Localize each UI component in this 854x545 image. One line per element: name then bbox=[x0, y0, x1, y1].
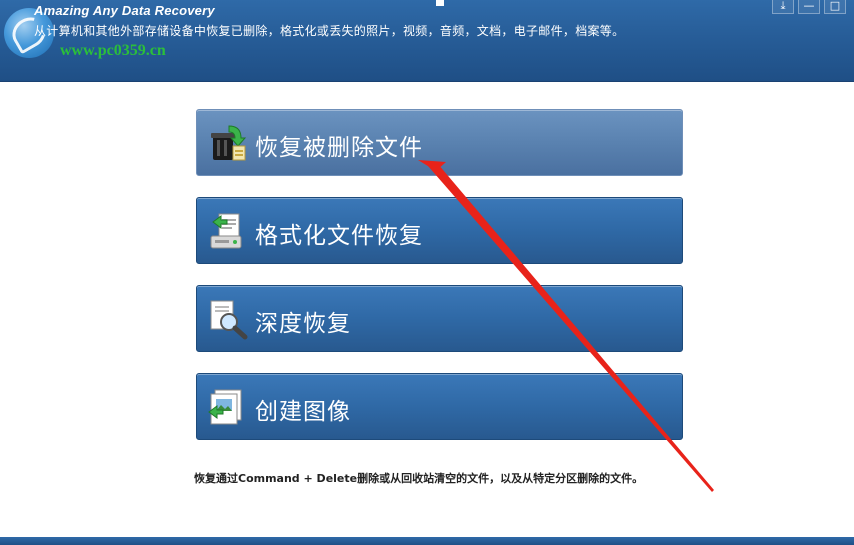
recover-deleted-button[interactable]: 恢复被删除文件 bbox=[196, 109, 683, 176]
format-recovery-label: 格式化文件恢复 bbox=[255, 223, 423, 249]
maximize-icon: □ bbox=[829, 0, 841, 12]
watermark-text: www.pc0359.cn bbox=[60, 42, 166, 59]
create-image-label: 创建图像 bbox=[255, 399, 351, 425]
magnifier-doc-icon bbox=[210, 300, 248, 340]
export-icon: ⤓ bbox=[780, 0, 786, 12]
window-controls: ⤓ — □ bbox=[772, 0, 846, 14]
export-button[interactable]: ⤓ bbox=[772, 0, 794, 14]
app-description: 从计算机和其他外部存储设备中恢复已删除，格式化或丢失的照片，视频，音频，文档，电… bbox=[34, 24, 625, 38]
maximize-button[interactable]: □ bbox=[824, 0, 846, 14]
drive-format-icon bbox=[210, 213, 242, 249]
app-window: Amazing Any Data Recovery 从计算机和其他外部存储设备中… bbox=[0, 0, 854, 545]
format-recovery-button[interactable]: 格式化文件恢复 bbox=[196, 197, 683, 264]
title-bar: Amazing Any Data Recovery 从计算机和其他外部存储设备中… bbox=[0, 0, 854, 82]
app-title: Amazing Any Data Recovery bbox=[34, 3, 215, 18]
footer-bar bbox=[0, 537, 854, 545]
create-image-button[interactable]: 创建图像 bbox=[196, 373, 683, 440]
minimize-icon: — bbox=[803, 0, 815, 12]
top-marker bbox=[436, 0, 444, 6]
trash-restore-icon bbox=[211, 125, 247, 161]
minimize-button[interactable]: — bbox=[798, 0, 820, 14]
recover-deleted-label: 恢复被删除文件 bbox=[255, 135, 423, 161]
hint-text: 恢复通过Command + Delete删除或从回收站清空的文件，以及从特定分区… bbox=[194, 472, 644, 485]
deep-recovery-label: 深度恢复 bbox=[255, 311, 351, 337]
deep-recovery-button[interactable]: 深度恢复 bbox=[196, 285, 683, 352]
image-create-icon bbox=[208, 389, 242, 425]
